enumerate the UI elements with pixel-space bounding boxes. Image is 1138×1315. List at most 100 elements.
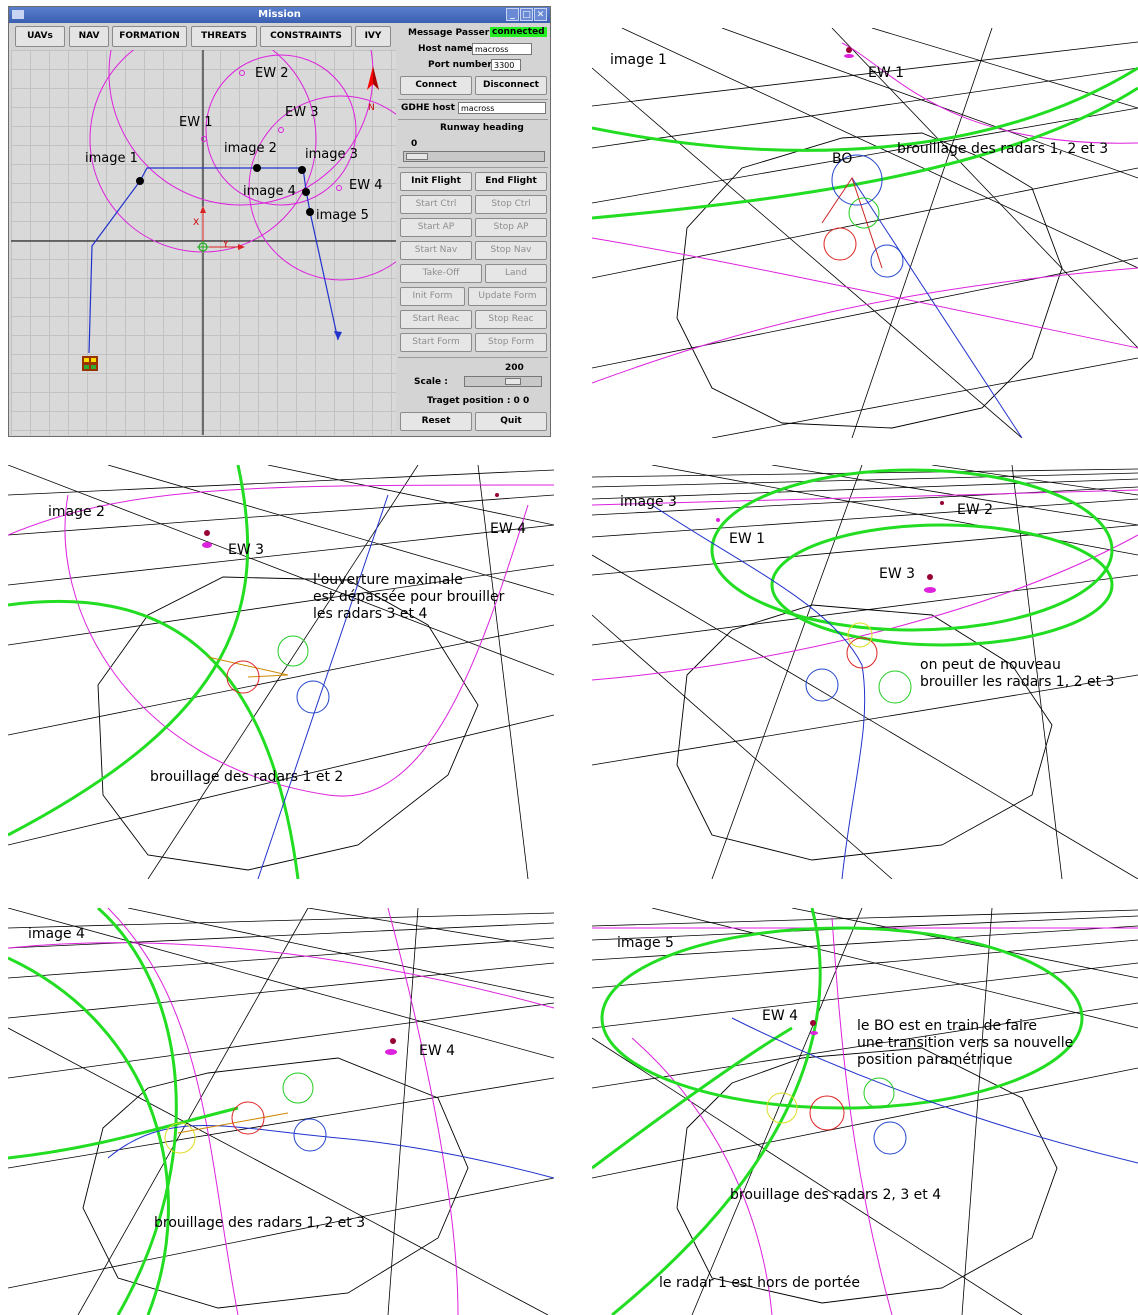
- view-4-scene: [8, 908, 554, 1315]
- window-title: Mission: [258, 9, 301, 20]
- start-nav-button[interactable]: Start Nav: [400, 241, 472, 260]
- init-flight-button[interactable]: Init Flight: [400, 172, 472, 191]
- separator: [398, 167, 548, 168]
- land-button[interactable]: Land: [485, 264, 547, 283]
- label-ew1: EW 1: [868, 65, 905, 81]
- scale-slider-thumb[interactable]: [505, 378, 521, 385]
- waypoint-image3[interactable]: [298, 166, 306, 174]
- menu-threats-button[interactable]: THREATS: [191, 26, 257, 47]
- port-number-label: Port number: [428, 60, 492, 70]
- maximize-icon[interactable]: □: [520, 8, 533, 21]
- quit-button[interactable]: Quit: [475, 412, 547, 431]
- mission-map[interactable]: EW 2 EW 1 EW 3 EW 4 image 1 image 2 imag…: [11, 50, 396, 435]
- host-name-label: Host name: [418, 44, 473, 54]
- ew4-beacon-icon: [810, 1020, 816, 1026]
- update-form-button[interactable]: Update Form: [468, 287, 547, 306]
- separator: [398, 357, 548, 358]
- menu-formation-button[interactable]: FORMATION: [112, 26, 187, 47]
- disconnect-button[interactable]: Disconnect: [475, 76, 547, 95]
- stop-ctrl-button[interactable]: Stop Ctrl: [475, 195, 547, 214]
- view-title: image 5: [617, 935, 674, 951]
- caption: brouillage des radars 1 et 2: [150, 769, 344, 785]
- view-title: image 3: [620, 494, 677, 510]
- scale-label: Scale :: [414, 377, 448, 387]
- menu-constraints-button[interactable]: CONSTRAINTS: [260, 26, 352, 47]
- map-label-image1: image 1: [85, 151, 138, 166]
- start-ctrl-button[interactable]: Start Ctrl: [400, 195, 472, 214]
- control-panel: Message Passer connected Host name macro…: [398, 26, 550, 436]
- threat-ew1-marker: [201, 136, 207, 142]
- label-ew4: EW 4: [490, 521, 527, 537]
- note: l'ouverture maximale est dépassée pour b…: [313, 572, 504, 623]
- view-2-scene: [8, 465, 554, 879]
- scale-value: 200: [505, 363, 524, 373]
- label-ew4: EW 4: [419, 1043, 456, 1059]
- note-line: brouiller les radars 1, 2 et 3: [920, 674, 1115, 690]
- stop-form-button[interactable]: Stop Form: [475, 333, 547, 352]
- note-line: le BO est en train de faire: [857, 1018, 1038, 1034]
- start-ap-button[interactable]: Start AP: [400, 218, 472, 237]
- menu-nav-button[interactable]: NAV: [69, 26, 109, 47]
- origin-frame-icon: [197, 206, 245, 253]
- runway-heading-slider-thumb[interactable]: [406, 153, 428, 160]
- caption: brouillage des radars 1, 2 et 3: [154, 1215, 366, 1231]
- gdhe-host-input[interactable]: macross: [458, 102, 546, 114]
- note-line: l'ouverture maximale: [313, 572, 463, 588]
- minimize-icon[interactable]: _: [506, 8, 519, 21]
- caption: brouillage des radars 2, 3 et 4: [730, 1187, 942, 1203]
- port-number-input[interactable]: 3300: [491, 59, 521, 71]
- ew4-beacon-icon: [495, 493, 499, 497]
- map-label-image3: image 3: [305, 147, 358, 162]
- note: le BO est en train de faire une transiti…: [857, 1018, 1073, 1069]
- waypoint-image4[interactable]: [302, 188, 310, 196]
- end-flight-button[interactable]: End Flight: [475, 172, 547, 191]
- caption-secondary: le radar 1 est hors de portée: [659, 1275, 860, 1291]
- runway-heading-value: 0: [411, 139, 418, 149]
- map-label-ew4: EW 4: [349, 178, 383, 193]
- gdhe-host-label: GDHE host: [401, 103, 455, 113]
- start-reac-button[interactable]: Start Reac: [400, 310, 472, 329]
- label-ew4: EW 4: [762, 1008, 799, 1024]
- take-off-button[interactable]: Take-Off: [400, 264, 482, 283]
- separator: [398, 99, 548, 100]
- label-ew2: EW 2: [957, 502, 994, 518]
- stop-nav-button[interactable]: Stop Nav: [475, 241, 547, 260]
- start-form-button[interactable]: Start Form: [400, 333, 472, 352]
- init-form-button[interactable]: Init Form: [400, 287, 465, 306]
- view-1-scene: [592, 28, 1138, 438]
- ew3-beacon-icon: [927, 574, 933, 580]
- reset-button[interactable]: Reset: [400, 412, 472, 431]
- host-name-input[interactable]: macross: [472, 43, 532, 55]
- view-image-3: image 3 EW 1 EW 2 EW 3 on peut de nouvea…: [592, 465, 1138, 879]
- waypoint-image2[interactable]: [253, 164, 261, 172]
- waypoint-image5[interactable]: [306, 208, 314, 216]
- map-label-ew2: EW 2: [255, 66, 289, 81]
- waypoint-image1[interactable]: [136, 177, 144, 185]
- map-label-axis-x: X: [193, 218, 200, 228]
- jam-arc: [710, 468, 1114, 632]
- mission-map-canvas[interactable]: [11, 50, 396, 435]
- view-image-2: image 2 EW 3 EW 4 l'ouverture maximale e…: [8, 465, 554, 879]
- threat-ew3-marker: [278, 127, 284, 133]
- connection-status-badge: connected: [490, 27, 547, 37]
- map-label-ew3: EW 3: [285, 105, 319, 120]
- map-label-ew1: EW 1: [179, 115, 213, 130]
- connect-button[interactable]: Connect: [400, 76, 472, 95]
- stop-reac-button[interactable]: Stop Reac: [475, 310, 547, 329]
- view-image-5: image 5 EW 4 le BO est en train de faire…: [592, 908, 1138, 1315]
- jam-arc: [8, 1106, 239, 1160]
- uav-base-icon[interactable]: [82, 356, 98, 371]
- menu-ivy-button[interactable]: IVY: [355, 26, 391, 47]
- menu-uavs-button[interactable]: UAVs: [15, 26, 65, 47]
- threat-range-ew2: [108, 50, 374, 206]
- runway-heading-slider[interactable]: [403, 151, 545, 162]
- stop-ap-button[interactable]: Stop AP: [475, 218, 547, 237]
- threat-ew2-marker: [239, 70, 245, 76]
- separator: [398, 119, 548, 120]
- mission-window: Mission _ □ ✕ UAVs NAV FORMATION THREATS…: [8, 6, 551, 437]
- ew4-beacon-icon: [390, 1038, 396, 1044]
- note-line: on peut de nouveau: [920, 657, 1061, 673]
- window-title-bar[interactable]: Mission _ □ ✕: [9, 7, 550, 23]
- close-icon[interactable]: ✕: [534, 8, 547, 21]
- scale-slider[interactable]: [464, 376, 542, 387]
